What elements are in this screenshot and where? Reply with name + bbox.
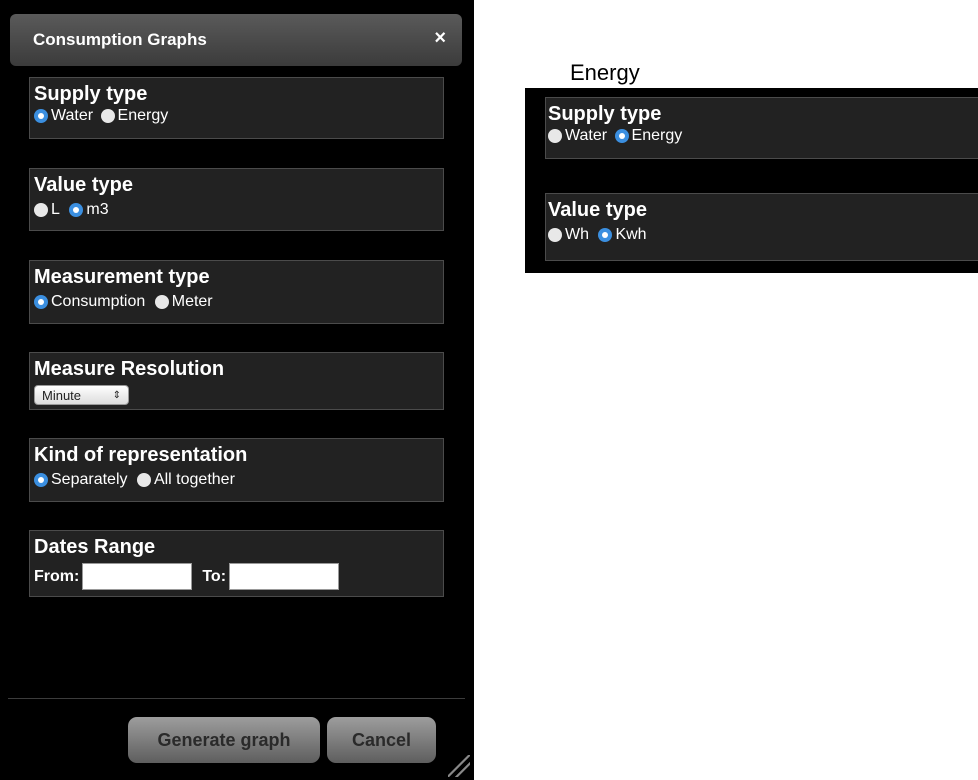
dates-range-group: Dates Range From: To: [29,530,444,597]
resize-handle-icon[interactable] [448,755,470,777]
select-arrows-icon: ⇕ [112,389,121,401]
representation-separately-label: Separately [51,471,128,488]
close-icon[interactable]: × [434,27,446,50]
generate-graph-button[interactable]: Generate graph [128,717,320,763]
cancel-button[interactable]: Cancel [327,717,436,763]
from-label: From: [34,567,80,585]
representation-heading: Kind of representation [34,444,248,466]
consumption-graphs-dialog: Consumption Graphs × Supply type Water E… [0,0,474,780]
energy-value-type-group: Value type Wh Kwh [545,193,978,261]
radio-unselected-icon [136,473,151,487]
representation-separately-radio[interactable]: Separately [34,470,128,490]
energy-supply-energy-label: Energy [631,127,683,144]
energy-supply-water-label: Water [565,127,608,144]
energy-supply-water-radio[interactable]: Water [548,126,607,146]
dialog-title: Consumption Graphs [33,30,207,49]
energy-supply-type-group: Supply type Water Energy [545,97,978,159]
footer-divider [8,698,465,699]
dates-range-heading: Dates Range [34,536,156,558]
measurement-consumption-radio[interactable]: Consumption [34,292,145,312]
energy-value-wh-radio[interactable]: Wh [548,225,589,245]
value-type-heading: Value type [34,174,133,196]
radio-unselected-icon [548,129,562,143]
radio-selected-icon [69,203,84,217]
radio-unselected-icon [154,295,169,309]
radio-selected-icon [34,295,48,309]
radio-selected-icon [614,129,629,143]
measurement-meter-label: Meter [171,293,213,310]
radio-selected-icon [598,228,613,242]
representation-all-together-radio[interactable]: All together [136,470,235,490]
measurement-consumption-label: Consumption [51,293,146,310]
supply-water-radio[interactable]: Water [34,106,93,126]
energy-supply-energy-radio[interactable]: Energy [614,126,683,146]
value-l-radio[interactable]: L [34,200,60,220]
radio-selected-icon [34,473,48,487]
radio-selected-icon [34,109,48,123]
value-m3-radio[interactable]: m3 [69,200,109,220]
measurement-type-group: Measurement type Consumption Meter [29,260,444,324]
energy-supply-type-heading: Supply type [548,103,662,125]
to-date-input[interactable] [229,563,340,590]
value-m3-label: m3 [86,201,109,218]
supply-type-heading: Supply type [34,83,148,105]
representation-all-together-label: All together [153,471,235,488]
from-date-input[interactable] [82,563,193,590]
energy-value-type-heading: Value type [548,199,647,221]
measurement-type-heading: Measurement type [34,266,210,288]
resolution-select-value: Minute [42,387,82,403]
to-label: To: [202,567,227,585]
measure-resolution-heading: Measure Resolution [34,358,225,380]
energy-value-wh-label: Wh [565,226,589,243]
value-type-group: Value type L m3 [29,168,444,231]
radio-unselected-icon [100,109,115,123]
energy-value-kwh-radio[interactable]: Kwh [598,225,647,245]
supply-energy-radio[interactable]: Energy [100,106,169,126]
measurement-meter-radio[interactable]: Meter [154,292,213,312]
supply-type-group: Supply type Water Energy [29,77,444,139]
radio-unselected-icon [548,228,562,242]
energy-caption: Energy [570,60,640,85]
value-l-label: L [51,201,60,218]
dialog-titlebar[interactable]: Consumption Graphs × [10,14,462,66]
energy-value-kwh-label: Kwh [615,226,647,243]
resolution-select[interactable]: Minute ⇕ [34,385,129,405]
measure-resolution-group: Measure Resolution Minute ⇕ [29,352,444,410]
supply-energy-label: Energy [117,107,169,124]
energy-panel: Supply type Water Energy Value type Wh K… [525,88,978,273]
radio-unselected-icon [34,203,48,217]
supply-water-label: Water [51,107,94,124]
representation-group: Kind of representation Separately All to… [29,438,444,502]
